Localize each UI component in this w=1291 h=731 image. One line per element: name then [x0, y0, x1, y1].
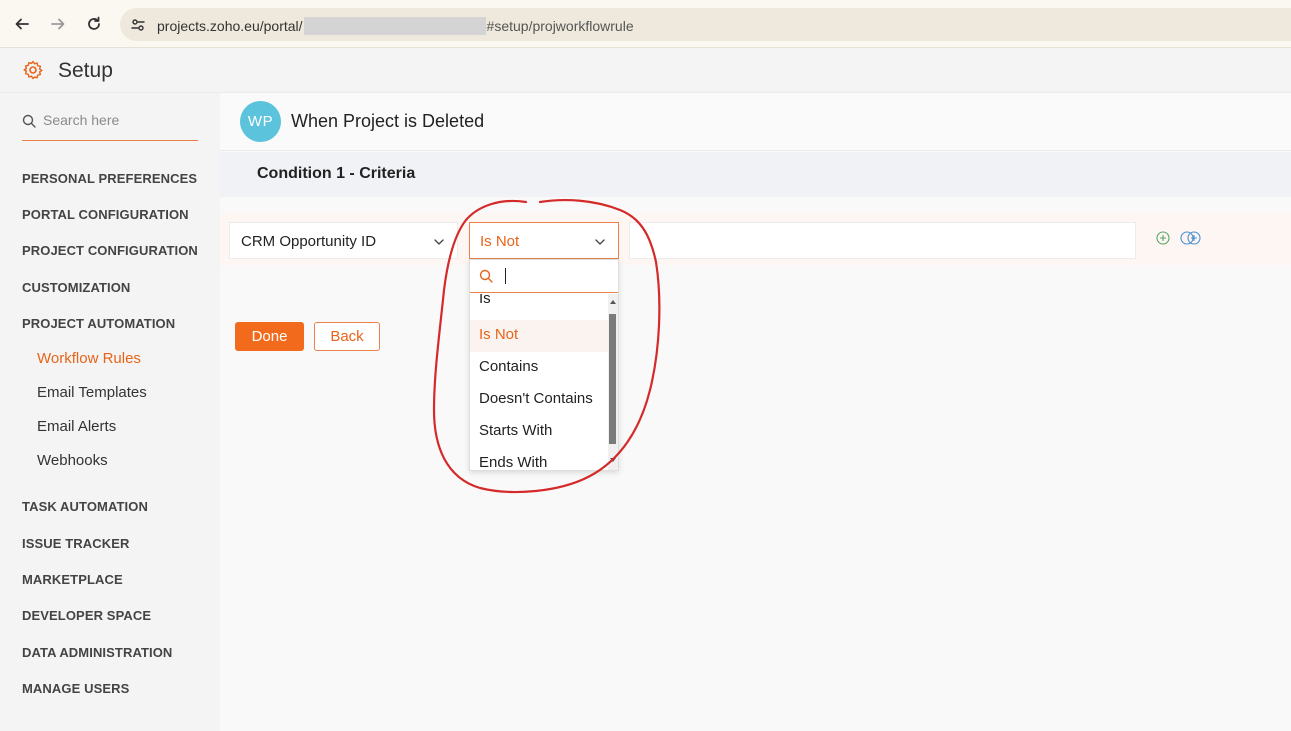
- url-redacted-block: [303, 17, 486, 35]
- browser-toolbar: projects.zoho.eu/portal/ #setup/projworkf…: [0, 0, 1291, 48]
- field-select-value: CRM Opportunity ID: [241, 233, 377, 250]
- option-is[interactable]: Is: [470, 294, 608, 316]
- field-select[interactable]: CRM Opportunity ID: [229, 222, 458, 259]
- forward-arrow-icon[interactable]: [46, 12, 70, 36]
- chevron-down-icon: [594, 235, 606, 253]
- rule-title: When Project is Deleted: [291, 111, 485, 131]
- option-ends-with[interactable]: Ends With: [470, 448, 608, 470]
- search-icon: [22, 114, 36, 133]
- gear-icon: [23, 60, 43, 85]
- add-circle-icon[interactable]: [1156, 231, 1170, 250]
- dropdown-options: Is Is Not Contains Doesn't Contains Star…: [470, 294, 608, 470]
- sidebar-item-project-automation[interactable]: PROJECT AUTOMATION: [22, 316, 175, 331]
- address-bar[interactable]: projects.zoho.eu/portal/ #setup/projworkf…: [120, 8, 1291, 41]
- sidebar-item-manage-users[interactable]: MANAGE USERS: [22, 681, 129, 696]
- sidebar: PERSONAL PREFERENCES PORTAL CONFIGURATIO…: [0, 93, 220, 731]
- app-header: Setup: [0, 48, 1291, 93]
- sidebar-search: [22, 108, 198, 141]
- sidebar-item-workflow-rules[interactable]: Workflow Rules: [37, 350, 141, 367]
- sidebar-item-portal-configuration[interactable]: PORTAL CONFIGURATION: [22, 207, 189, 222]
- url-prefix: projects.zoho.eu/portal/: [157, 18, 303, 34]
- dropdown-scrollbar[interactable]: [608, 294, 618, 470]
- avatar: WP: [240, 101, 281, 142]
- sidebar-item-email-alerts[interactable]: Email Alerts: [37, 418, 116, 435]
- scroll-up-icon[interactable]: [610, 300, 616, 304]
- chevron-down-icon: [433, 235, 445, 253]
- sidebar-item-customization[interactable]: CUSTOMIZATION: [22, 280, 130, 295]
- url-suffix: #setup/projworkflowrule: [486, 18, 634, 34]
- condition-header: Condition 1 - Criteria: [220, 152, 1291, 197]
- main-content: WP When Project is Deleted Condition 1 -…: [220, 93, 1291, 731]
- sidebar-item-email-templates[interactable]: Email Templates: [37, 384, 147, 401]
- add-group-icon[interactable]: [1180, 231, 1202, 250]
- back-button[interactable]: Back: [314, 322, 380, 351]
- sidebar-item-marketplace[interactable]: MARKETPLACE: [22, 572, 123, 587]
- sidebar-item-task-automation[interactable]: TASK AUTOMATION: [22, 499, 148, 514]
- scroll-down-icon[interactable]: [610, 458, 616, 462]
- scrollbar-thumb[interactable]: [609, 314, 616, 444]
- option-is-not[interactable]: Is Not: [470, 320, 608, 352]
- condition-title: Condition 1 - Criteria: [257, 165, 416, 182]
- criteria-row: CRM Opportunity ID Is Not: [220, 213, 1291, 265]
- operator-select-value: Is Not: [480, 233, 520, 250]
- sidebar-item-data-administration[interactable]: DATA ADMINISTRATION: [22, 645, 172, 660]
- back-arrow-icon[interactable]: [10, 12, 34, 36]
- criteria-value-input[interactable]: [629, 222, 1136, 259]
- page-title: Setup: [58, 59, 113, 82]
- sidebar-item-personal-preferences[interactable]: PERSONAL PREFERENCES: [22, 171, 197, 186]
- sidebar-item-project-configuration[interactable]: PROJECT CONFIGURATION: [22, 243, 198, 258]
- site-settings-icon[interactable]: [130, 17, 146, 38]
- text-caret: [505, 268, 506, 284]
- search-icon: [479, 269, 493, 288]
- sidebar-item-developer-space[interactable]: DEVELOPER SPACE: [22, 608, 151, 623]
- rule-header: WP When Project is Deleted: [220, 93, 1291, 151]
- option-contains[interactable]: Contains: [470, 352, 608, 384]
- option-starts-with[interactable]: Starts With: [470, 416, 608, 448]
- dropdown-search[interactable]: [470, 260, 618, 293]
- sidebar-item-issue-tracker[interactable]: ISSUE TRACKER: [22, 536, 129, 551]
- search-input[interactable]: [43, 112, 193, 128]
- operator-select[interactable]: Is Not: [469, 222, 619, 259]
- reload-icon[interactable]: [82, 12, 106, 36]
- operator-dropdown: Is Is Not Contains Doesn't Contains Star…: [469, 259, 619, 471]
- url-text: projects.zoho.eu/portal/ #setup/projworkf…: [157, 17, 634, 35]
- done-button[interactable]: Done: [235, 322, 304, 351]
- option-doesnt-contains[interactable]: Doesn't Contains: [470, 384, 608, 416]
- sidebar-item-webhooks[interactable]: Webhooks: [37, 452, 108, 469]
